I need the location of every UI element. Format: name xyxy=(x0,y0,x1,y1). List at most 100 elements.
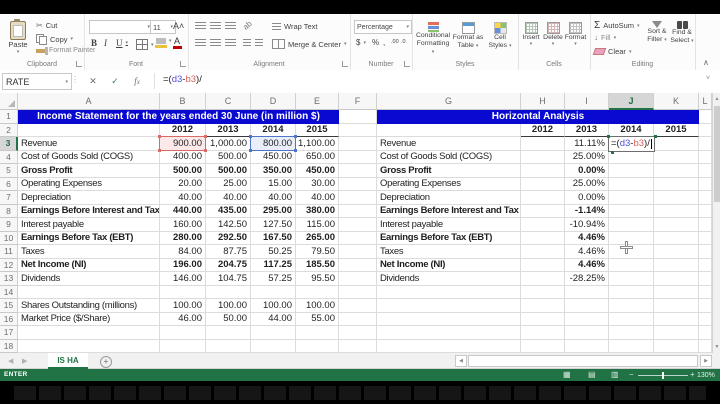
sort-filter-button[interactable]: Sort & Filter ▾ xyxy=(644,21,670,44)
bold-button[interactable]: B xyxy=(91,38,97,48)
cell-value[interactable]: 100.00 xyxy=(251,299,296,313)
cell[interactable] xyxy=(339,164,377,178)
cell[interactable] xyxy=(654,164,699,178)
cell[interactable] xyxy=(377,312,521,326)
cell-value[interactable]: 25.00% xyxy=(565,150,609,164)
cell[interactable] xyxy=(565,299,609,313)
cell-label[interactable]: Earnings Before Interest and Tax xyxy=(377,204,521,218)
cell-value[interactable]: 160.00 xyxy=(160,218,206,232)
cell-value[interactable]: 57.25 xyxy=(251,272,296,286)
cell-value[interactable]: 1,000.00 xyxy=(206,137,251,151)
cell-value[interactable]: 44.00 xyxy=(251,312,296,326)
cell[interactable] xyxy=(699,123,712,137)
italic-button[interactable]: I xyxy=(104,38,107,48)
cell[interactable] xyxy=(654,326,699,340)
view-page-layout-button[interactable]: ▤ xyxy=(588,370,596,379)
find-select-button[interactable]: Find & Select ▾ xyxy=(670,21,694,45)
cell[interactable] xyxy=(699,231,712,245)
year-header[interactable]: 2012 xyxy=(160,123,206,137)
cell[interactable] xyxy=(521,339,565,353)
cell[interactable] xyxy=(609,191,654,205)
cell-value[interactable]: 1,100.00 xyxy=(296,137,339,151)
cell[interactable] xyxy=(699,150,712,164)
row-header-5[interactable]: 5 xyxy=(0,164,18,178)
cell[interactable] xyxy=(609,150,654,164)
conditional-formatting-button[interactable]: Conditional Formatting ▾ xyxy=(415,22,451,55)
cell[interactable] xyxy=(699,285,712,299)
fill-button[interactable]: ↓ Fill ▾ xyxy=(594,33,616,42)
view-normal-button[interactable]: ▦ xyxy=(563,370,571,379)
cell[interactable] xyxy=(521,245,565,259)
cell-label[interactable]: Earnings Before Tax (EBT) xyxy=(18,231,160,245)
year-header[interactable]: 2015 xyxy=(296,123,339,137)
cell[interactable] xyxy=(160,326,206,340)
column-header-I[interactable]: I xyxy=(565,93,609,110)
cell-value[interactable]: 350.00 xyxy=(251,164,296,178)
view-page-break-button[interactable]: ▥ xyxy=(611,370,619,379)
column-header-J[interactable]: J xyxy=(609,93,654,110)
cell[interactable] xyxy=(377,339,521,353)
cell[interactable] xyxy=(251,326,296,340)
cell[interactable] xyxy=(521,204,565,218)
paste-button[interactable]: Paste ▾ xyxy=(4,19,32,55)
format-as-table-button[interactable]: Format as Table ▾ xyxy=(451,22,485,50)
cell[interactable] xyxy=(339,326,377,340)
cell-label[interactable]: Gross Profit xyxy=(377,164,521,178)
cell[interactable] xyxy=(339,231,377,245)
align-right-button[interactable] xyxy=(225,39,236,47)
scroll-down-button[interactable]: ▼ xyxy=(713,341,720,353)
cell[interactable] xyxy=(160,285,206,299)
column-header-B[interactable]: B xyxy=(160,93,206,110)
cell-value[interactable]: 40.00 xyxy=(206,191,251,205)
horizontal-scrollbar[interactable]: ◀ ▶ xyxy=(455,355,712,367)
vertical-scroll-thumb[interactable] xyxy=(714,106,720,202)
cell[interactable] xyxy=(339,191,377,205)
cell-value[interactable]: 100.00 xyxy=(206,299,251,313)
cell-value[interactable]: 11.11% xyxy=(565,137,609,151)
cell-value[interactable]: 25.00 xyxy=(206,177,251,191)
cell-label[interactable]: Operating Expenses xyxy=(377,177,521,191)
number-format-select[interactable]: Percentage ▾ xyxy=(354,20,412,34)
year-header[interactable]: 2014 xyxy=(609,123,654,137)
cell[interactable] xyxy=(521,312,565,326)
row-header-12[interactable]: 12 xyxy=(0,258,18,272)
row-header-13[interactable]: 13 xyxy=(0,272,18,286)
underline-button[interactable]: U ▾ xyxy=(116,38,128,48)
column-header-H[interactable]: H xyxy=(521,93,565,110)
cell[interactable] xyxy=(699,191,712,205)
cell[interactable] xyxy=(654,285,699,299)
cell[interactable] xyxy=(699,245,712,259)
column-header-L[interactable]: L xyxy=(699,93,712,110)
cell[interactable] xyxy=(18,326,160,340)
cell-label[interactable]: Interest payable xyxy=(377,218,521,232)
cell[interactable] xyxy=(654,299,699,313)
row-header-6[interactable]: 6 xyxy=(0,177,18,191)
cell[interactable] xyxy=(609,177,654,191)
cell[interactable] xyxy=(339,339,377,353)
cell-label[interactable]: Net Income (NI) xyxy=(377,258,521,272)
cell[interactable] xyxy=(521,218,565,232)
cell[interactable] xyxy=(296,285,339,299)
cell[interactable] xyxy=(18,285,160,299)
cell-value[interactable]: 400.00 xyxy=(160,150,206,164)
cell[interactable] xyxy=(521,231,565,245)
cell[interactable] xyxy=(565,285,609,299)
cell[interactable] xyxy=(654,150,699,164)
cell[interactable] xyxy=(654,339,699,353)
row-header-14[interactable]: 14 xyxy=(0,285,18,299)
cell[interactable] xyxy=(609,339,654,353)
cell-value[interactable]: 115.00 xyxy=(296,218,339,232)
cell[interactable] xyxy=(609,204,654,218)
cell[interactable] xyxy=(521,299,565,313)
cell[interactable] xyxy=(377,299,521,313)
year-header[interactable]: 2013 xyxy=(206,123,251,137)
cell[interactable] xyxy=(521,272,565,286)
cell[interactable] xyxy=(699,110,712,124)
collapse-ribbon-button[interactable]: ∧ xyxy=(703,58,709,67)
autosum-button[interactable]: Σ AutoSum ▾ xyxy=(594,20,640,31)
cell[interactable] xyxy=(521,177,565,191)
cell[interactable] xyxy=(654,231,699,245)
dialog-launcher-icon[interactable] xyxy=(76,61,82,67)
cell-value[interactable]: 55.00 xyxy=(296,312,339,326)
zoom-out-button[interactable]: − xyxy=(629,370,634,379)
